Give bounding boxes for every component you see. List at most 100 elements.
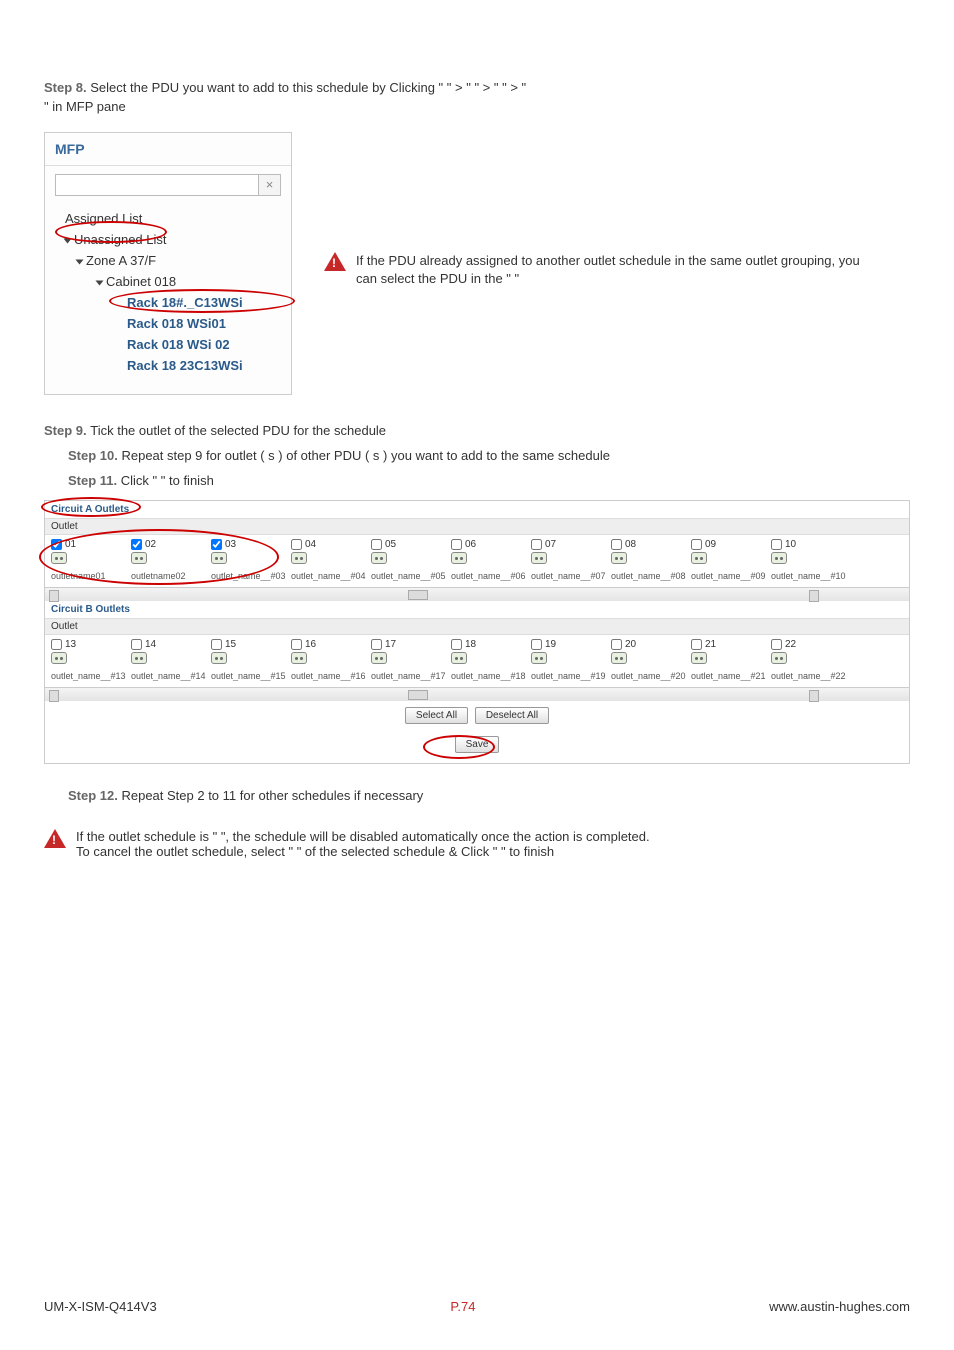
- outlet-number: 17: [385, 639, 396, 650]
- outlet-checkbox[interactable]: [371, 639, 382, 650]
- outlet-number: 09: [705, 539, 716, 550]
- outlet-cell: 02: [131, 539, 211, 567]
- final-line1-b: ", the schedule will be disabled automat…: [221, 829, 650, 844]
- tree-unassigned-list[interactable]: Unassigned List: [47, 229, 289, 250]
- tree-rack-1[interactable]: Rack 18#._C13WSi: [47, 292, 289, 313]
- outlet-checkbox[interactable]: [51, 639, 62, 650]
- step8-text-d: " > ": [502, 80, 526, 95]
- outlet-number: 08: [625, 539, 636, 550]
- final-note: If the outlet schedule is " ", the sched…: [44, 829, 910, 859]
- save-row: Save: [45, 730, 909, 763]
- outlet-number: 18: [465, 639, 476, 650]
- outlet-checkbox[interactable]: [371, 539, 382, 550]
- outlet-checkbox[interactable]: [691, 639, 702, 650]
- tree-rack-3[interactable]: Rack 018 WSi 02: [47, 334, 289, 355]
- outlet-icon: [291, 652, 307, 664]
- final-line2-a: To cancel the outlet schedule, select ": [76, 844, 297, 859]
- outlet-name: outlet_name__#13: [51, 671, 131, 681]
- outlet-checkbox[interactable]: [691, 539, 702, 550]
- outlet-checkbox[interactable]: [611, 639, 622, 650]
- step11-text-b: " to finish: [161, 473, 214, 488]
- outlet-cell: 04: [291, 539, 371, 567]
- outlet-name: outlet_name__#22: [771, 671, 851, 681]
- mfp-search-input[interactable]: [55, 174, 259, 196]
- outlet-cell: 18: [451, 639, 531, 667]
- outlet-row-b: 13141516171819202122: [45, 635, 909, 669]
- step10-text: Repeat step 9 for outlet ( s ) of other …: [121, 448, 609, 463]
- outlet-name: outlet_name__#16: [291, 671, 371, 681]
- final-line1-a: If the outlet schedule is ": [76, 829, 221, 844]
- outlet-icon: [51, 552, 67, 564]
- outlet-checkbox[interactable]: [291, 639, 302, 650]
- outlet-name: outlet_name__#15: [211, 671, 291, 681]
- outlet-icon: [51, 652, 67, 664]
- outlet-number: 13: [65, 639, 76, 650]
- chevron-down-icon: [96, 280, 104, 285]
- final-line2-b: " of the selected schedule & Click ": [297, 844, 501, 859]
- outlet-cell: 10: [771, 539, 851, 567]
- outlet-checkbox[interactable]: [611, 539, 622, 550]
- side-note-text: If the PDU already assigned to another o…: [356, 252, 884, 288]
- outlet-cell: 07: [531, 539, 611, 567]
- outlet-checkbox[interactable]: [211, 639, 222, 650]
- outlet-checkbox[interactable]: [211, 539, 222, 550]
- outlet-cell: 06: [451, 539, 531, 567]
- step9-prefix: Step 9.: [44, 423, 90, 438]
- step12-line: Step 12. Repeat Step 2 to 11 for other s…: [68, 788, 910, 803]
- step11-text-a: Click ": [121, 473, 161, 488]
- outlet-cell: 05: [371, 539, 451, 567]
- outlet-name: outlet_name__#08: [611, 571, 691, 581]
- select-all-button[interactable]: Select All: [405, 707, 468, 724]
- outlet-checkbox[interactable]: [131, 539, 142, 550]
- tree-zone[interactable]: Zone A 37/F: [47, 250, 289, 271]
- outlet-band-a: Outlet: [45, 518, 909, 535]
- outlet-names-a: outletname01outletname02outlet_name__#03…: [45, 569, 909, 587]
- outlet-icon: [131, 652, 147, 664]
- step9-line: Step 9. Tick the outlet of the selected …: [44, 423, 910, 438]
- deselect-all-button[interactable]: Deselect All: [475, 707, 549, 724]
- tree-assigned-list[interactable]: Assigned List: [47, 208, 289, 229]
- outlet-icon: [211, 552, 227, 564]
- mfp-pane: MFP × Assigned List Unassigned List Zone…: [44, 132, 292, 395]
- side-note: If the PDU already assigned to another o…: [324, 252, 884, 288]
- outlet-name: outletname02: [131, 571, 211, 581]
- outlet-band-b: Outlet: [45, 618, 909, 635]
- step11-prefix: Step 11.: [68, 473, 121, 488]
- outlet-number: 04: [305, 539, 316, 550]
- scrollbar-a[interactable]: [45, 587, 909, 601]
- select-buttons-row: Select All Deselect All: [45, 701, 909, 730]
- outlet-icon: [131, 552, 147, 564]
- outlet-checkbox[interactable]: [51, 539, 62, 550]
- outlet-icon: [771, 652, 787, 664]
- circuit-b-label: Circuit B Outlets: [45, 601, 909, 618]
- close-icon[interactable]: ×: [259, 174, 281, 196]
- outlet-number: 01: [65, 539, 76, 550]
- step8-text-a: Select the PDU you want to add to this s…: [90, 80, 447, 95]
- outlet-checkbox[interactable]: [531, 539, 542, 550]
- outlet-icon: [531, 652, 547, 664]
- step8-line2: " in MFP pane: [44, 99, 910, 114]
- outlet-icon: [691, 652, 707, 664]
- outlet-checkbox[interactable]: [451, 539, 462, 550]
- outlet-checkbox[interactable]: [771, 539, 782, 550]
- outlet-cell: 09: [691, 539, 771, 567]
- outlet-cell: 01: [51, 539, 131, 567]
- outlet-icon: [451, 652, 467, 664]
- outlet-checkbox[interactable]: [291, 539, 302, 550]
- outlet-checkbox[interactable]: [771, 639, 782, 650]
- outlet-cell: 08: [611, 539, 691, 567]
- scrollbar-b[interactable]: [45, 687, 909, 701]
- outlet-cell: 22: [771, 639, 851, 667]
- save-button[interactable]: Save: [455, 736, 500, 753]
- tree-rack-4[interactable]: Rack 18 23C13WSi: [47, 355, 289, 376]
- warning-icon: [324, 252, 346, 271]
- outlet-checkbox[interactable]: [531, 639, 542, 650]
- outlet-cell: 16: [291, 639, 371, 667]
- outlet-checkbox[interactable]: [451, 639, 462, 650]
- outlet-cell: 03: [211, 539, 291, 567]
- tree-rack-2[interactable]: Rack 018 WSi01: [47, 313, 289, 334]
- outlet-panel: Circuit A Outlets Outlet 010203040506070…: [44, 500, 910, 764]
- outlet-checkbox[interactable]: [131, 639, 142, 650]
- tree-cabinet[interactable]: Cabinet 018: [47, 271, 289, 292]
- outlet-icon: [291, 552, 307, 564]
